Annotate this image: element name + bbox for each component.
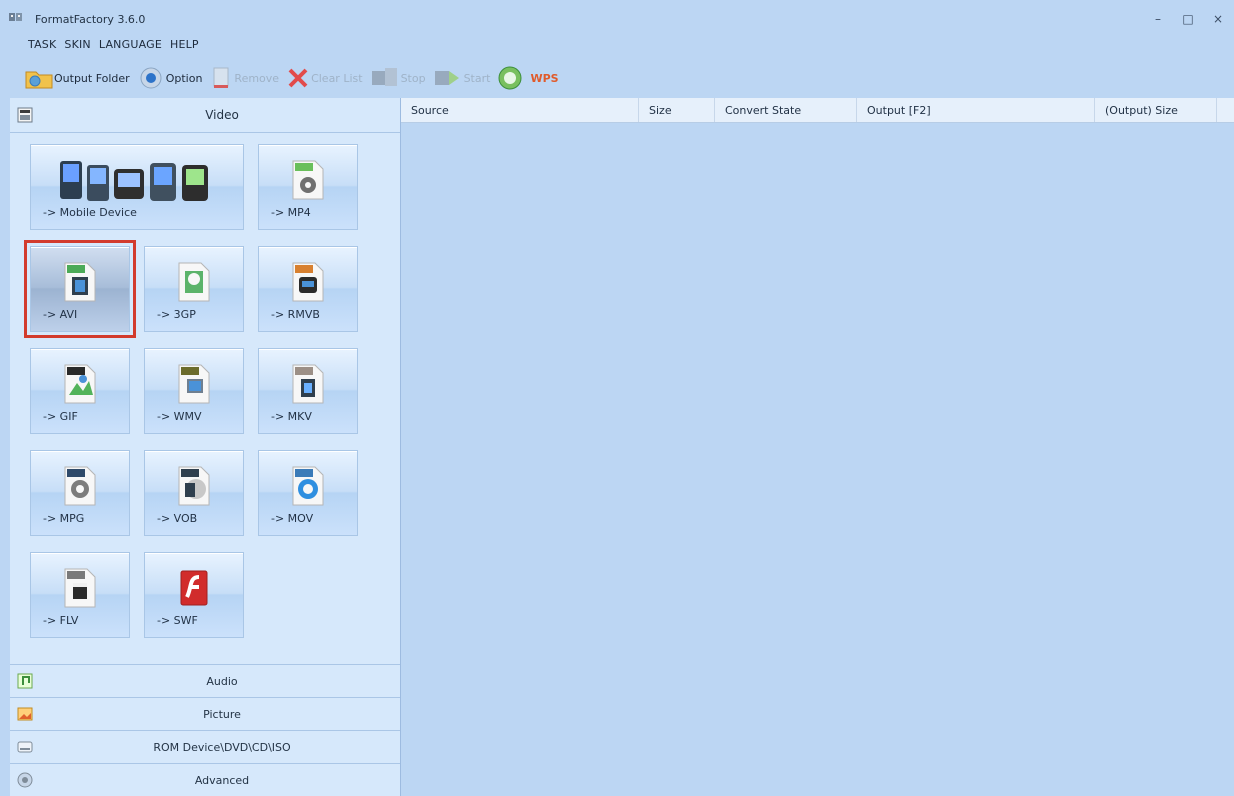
- gear-icon: [140, 67, 162, 89]
- category-picture-title: Picture: [203, 707, 241, 721]
- tile-mp4[interactable]: -> MP4: [258, 144, 358, 230]
- clear-list-button[interactable]: Clear List: [285, 63, 363, 93]
- app-window: FormatFactory 3.6.0 – □ × TASK SKIN LANG…: [0, 0, 1234, 796]
- tile-flv[interactable]: -> FLV: [30, 552, 130, 638]
- category-rom-row[interactable]: ROM Device\DVD\CD\ISO: [10, 730, 400, 763]
- stop-label: Stop: [400, 71, 426, 85]
- mkv-file-icon: [259, 359, 357, 407]
- category-advanced-title: Advanced: [194, 773, 250, 787]
- tile-avi-label: -> AVI: [43, 308, 78, 321]
- sidebar-categories-footer: Audio Picture ROM Device\DVD\CD\ISO Adva…: [10, 664, 400, 796]
- tile-mkv-label: -> MKV: [271, 410, 312, 423]
- rmvb-file-icon: [259, 257, 357, 305]
- start-button[interactable]: Start: [432, 63, 491, 93]
- tile-mobile-device-label: -> Mobile Device: [43, 206, 137, 219]
- mov-file-icon: [259, 461, 357, 509]
- title-bar: FormatFactory 3.6.0 – □ ×: [0, 0, 1234, 32]
- tile-mov[interactable]: -> MOV: [258, 450, 358, 536]
- option-label: Option: [165, 71, 203, 85]
- video-category-icon: [17, 107, 33, 123]
- tile-swf-label: -> SWF: [157, 614, 198, 627]
- column-convert-state[interactable]: Convert State: [715, 98, 857, 122]
- folder-icon: [25, 71, 53, 89]
- tile-mov-label: -> MOV: [271, 512, 314, 525]
- tile-mpg-label: -> MPG: [43, 512, 85, 525]
- tile-gif[interactable]: -> GIF: [30, 348, 130, 434]
- column-size[interactable]: Size: [639, 98, 715, 122]
- remove-label: Remove: [234, 71, 280, 85]
- vob-file-icon: [145, 461, 243, 509]
- tile-rmvb[interactable]: -> RMVB: [258, 246, 358, 332]
- flv-file-icon: [31, 563, 129, 611]
- menu-task[interactable]: TASK: [28, 38, 56, 51]
- 3gp-file-icon: [145, 257, 243, 305]
- clear-list-icon: [288, 68, 308, 88]
- task-list-area: Source Size Convert State Output [F2] (O…: [401, 98, 1234, 796]
- maximize-button[interactable]: □: [1178, 11, 1198, 27]
- category-audio-row[interactable]: Audio: [10, 664, 400, 697]
- tile-mp4-label: -> MP4: [271, 206, 311, 219]
- audio-category-icon: [17, 673, 33, 689]
- window-controls: – □ ×: [1148, 11, 1228, 27]
- rom-device-icon: [17, 741, 33, 753]
- advanced-category-icon: [17, 772, 33, 788]
- category-picture-row[interactable]: Picture: [10, 697, 400, 730]
- stop-button[interactable]: Stop: [369, 63, 426, 93]
- tile-mobile-device[interactable]: -> Mobile Device: [30, 144, 244, 230]
- wmv-file-icon: [145, 359, 243, 407]
- menu-language[interactable]: LANGUAGE: [99, 38, 162, 51]
- toolbar: Output Folder Option Remove Clear List S…: [24, 63, 565, 93]
- close-button[interactable]: ×: [1208, 11, 1228, 27]
- menu-bar: TASK SKIN LANGUAGE HELP: [28, 38, 199, 51]
- category-video-header[interactable]: Video: [10, 98, 400, 133]
- tile-3gp[interactable]: -> 3GP: [144, 246, 244, 332]
- mpg-file-icon: [31, 461, 129, 509]
- category-advanced-row[interactable]: Advanced: [10, 763, 400, 796]
- output-folder-label: Output Folder: [54, 71, 130, 85]
- wps-label: WPS: [530, 71, 559, 85]
- menu-skin[interactable]: SKIN: [64, 38, 90, 51]
- category-rom-title: ROM Device\DVD\CD\ISO: [153, 740, 291, 754]
- category-video-title: Video: [205, 108, 239, 122]
- start-label: Start: [463, 71, 491, 85]
- avi-file-icon: [31, 257, 129, 305]
- stop-icon: [371, 68, 397, 86]
- tile-swf[interactable]: -> SWF: [144, 552, 244, 638]
- sidebar: Video -> Mobile Device -> MP4 -> AVI -> …: [10, 98, 401, 796]
- tile-wmv[interactable]: -> WMV: [144, 348, 244, 434]
- formatfactory-logo-icon: [9, 13, 22, 21]
- clear-list-label: Clear List: [311, 71, 363, 85]
- swf-file-icon: [145, 563, 243, 611]
- column-source[interactable]: Source: [401, 98, 639, 122]
- start-icon: [434, 71, 459, 85]
- tile-flv-label: -> FLV: [43, 614, 79, 627]
- tile-mkv[interactable]: -> MKV: [258, 348, 358, 434]
- wps-button[interactable]: WPS: [496, 63, 559, 93]
- picture-category-icon: [17, 707, 33, 721]
- column-output-size[interactable]: (Output) Size: [1095, 98, 1217, 122]
- tile-rmvb-label: -> RMVB: [271, 308, 320, 321]
- output-folder-button[interactable]: Output Folder: [24, 63, 130, 93]
- mp4-file-icon: [259, 155, 357, 203]
- tile-vob-label: -> VOB: [157, 512, 198, 525]
- remove-button[interactable]: Remove: [208, 63, 279, 93]
- menu-help[interactable]: HELP: [170, 38, 199, 51]
- gif-file-icon: [31, 359, 129, 407]
- window-title: FormatFactory 3.6.0: [35, 13, 146, 26]
- tile-avi[interactable]: -> AVI: [24, 240, 136, 338]
- task-list-header: Source Size Convert State Output [F2] (O…: [401, 98, 1234, 123]
- wps-icon: [498, 66, 522, 90]
- tile-wmv-label: -> WMV: [157, 410, 202, 423]
- tile-gif-label: -> GIF: [43, 410, 78, 423]
- column-output[interactable]: Output [F2]: [857, 98, 1095, 122]
- mobile-devices-icon: [31, 155, 243, 203]
- tile-mpg[interactable]: -> MPG: [30, 450, 130, 536]
- tile-vob[interactable]: -> VOB: [144, 450, 244, 536]
- option-button[interactable]: Option: [136, 63, 203, 93]
- tile-3gp-label: -> 3GP: [157, 308, 196, 321]
- category-audio-title: Audio: [206, 674, 238, 688]
- remove-icon: [213, 67, 229, 88]
- minimize-button[interactable]: –: [1148, 11, 1168, 27]
